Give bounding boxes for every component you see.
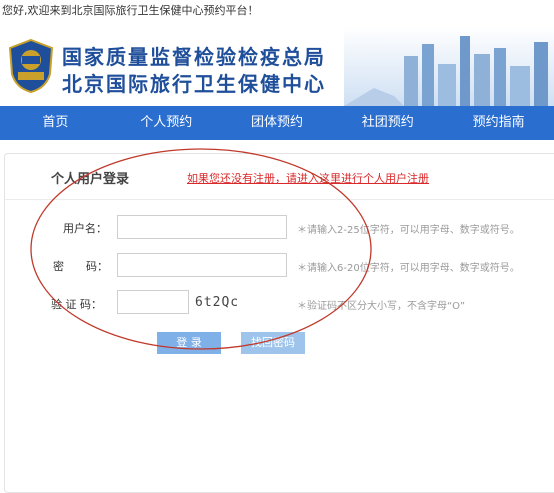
nav-group-booking[interactable]: 团体预约 [222, 106, 333, 140]
username-hint: ＊请输入2-25位字符，可以用字母、数字或符号。 [297, 225, 520, 236]
username-label: 用户名： [63, 222, 107, 235]
password-hint: ＊请输入6-20位字符，可以用字母、数字或符号。 [297, 263, 520, 274]
nav-home[interactable]: 首页 [0, 106, 111, 140]
captcha-label: 验 证 码： [51, 298, 102, 311]
ciq-emblem-icon [8, 38, 54, 94]
center-name: 北京国际旅行卫生保健中心 [62, 72, 326, 96]
nav-booking-guide[interactable]: 预约指南 [443, 106, 554, 140]
login-panel: 个人用户登录 如果您还没有注册，请进入这里进行个人用户注册 用户名： ＊请输入2… [4, 153, 554, 493]
username-input[interactable] [117, 215, 287, 239]
site-header: 国家质量监督检验检疫总局 北京国际旅行卫生保健中心 [0, 26, 554, 106]
main-nav: 首页 个人预约 团体预约 社团预约 预约指南 [0, 106, 554, 140]
welcome-text: 您好,欢迎来到北京国际旅行卫生保健中心预约平台！ [2, 4, 259, 17]
password-input[interactable] [117, 253, 287, 277]
login-button[interactable]: 登 录 [157, 332, 221, 354]
recover-password-button[interactable]: 找回密码 [241, 332, 305, 354]
captcha-image[interactable]: 6t2Qc [195, 292, 241, 314]
login-panel-header: 个人用户登录 如果您还没有注册，请进入这里进行个人用户注册 [5, 154, 554, 200]
login-title: 个人用户登录 [51, 172, 130, 187]
register-link[interactable]: 如果您还没有注册，请进入这里进行个人用户注册 [187, 170, 429, 186]
nav-society-booking[interactable]: 社团预约 [332, 106, 443, 140]
password-label: 密 码： [53, 260, 108, 273]
captcha-hint: ＊验证码不区分大小写，不含字母“O” [297, 301, 466, 312]
welcome-bar: 您好,欢迎来到北京国际旅行卫生保健中心预约平台！ [0, 0, 554, 26]
nav-personal-booking[interactable]: 个人预约 [111, 106, 222, 140]
skyline-banner-icon [344, 26, 554, 106]
captcha-input[interactable] [117, 290, 189, 314]
agency-name: 国家质量监督检验检疫总局 [62, 45, 326, 69]
